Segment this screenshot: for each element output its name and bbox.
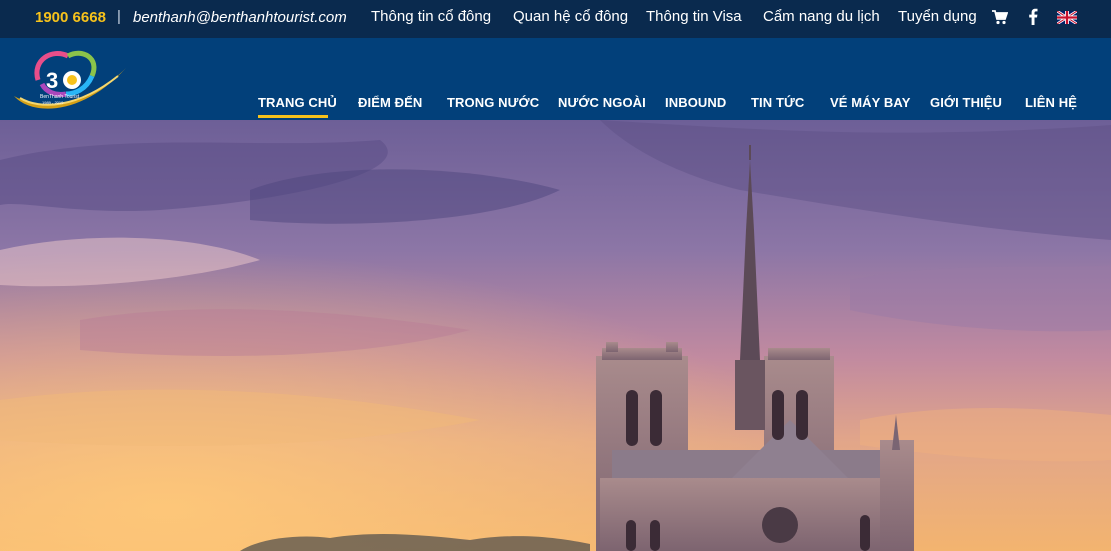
nav-about[interactable]: GIỚI THIỆU: [930, 95, 1002, 110]
nav-contact[interactable]: LIÊN HỆ: [1025, 95, 1077, 110]
nav-domestic[interactable]: TRONG NƯỚC: [447, 95, 539, 110]
email-link[interactable]: benthanh@benthanhtourist.com: [133, 9, 347, 26]
top-bar: 1900 6668 | benthanh@benthanhtourist.com…: [0, 0, 1111, 38]
svg-text:1989 - 2019: 1989 - 2019: [42, 100, 64, 105]
top-link-shareholder-info[interactable]: Thông tin cổ đông: [371, 8, 491, 25]
active-nav-indicator: [258, 115, 328, 118]
svg-text:3: 3: [46, 68, 58, 93]
separator: |: [117, 8, 121, 25]
nav-inbound[interactable]: INBOUND: [665, 95, 726, 110]
top-link-travel-guide[interactable]: Cẩm nang du lịch: [763, 8, 880, 25]
hotline-link[interactable]: 1900 6668: [35, 9, 106, 26]
hero-banner[interactable]: [0, 120, 1111, 551]
top-link-recruitment[interactable]: Tuyển dụng: [898, 8, 977, 25]
nav-international[interactable]: NƯỚC NGOÀI: [558, 95, 646, 110]
top-link-visa-info[interactable]: Thông tin Visa: [646, 8, 742, 25]
nav-home[interactable]: TRANG CHỦ: [258, 95, 337, 110]
brand-logo[interactable]: 3 BenThanh Tourist 1989 - 2019: [12, 46, 130, 114]
hero-image: [0, 120, 1111, 551]
cart-icon[interactable]: [992, 10, 1009, 29]
facebook-icon[interactable]: [1028, 8, 1038, 29]
uk-flag-icon[interactable]: [1056, 9, 1078, 28]
nav-flight-tickets[interactable]: VÉ MÁY BAY: [830, 95, 910, 110]
top-link-shareholder-relations[interactable]: Quan hệ cổ đông: [513, 8, 628, 25]
main-header: 3 BenThanh Tourist 1989 - 2019 TRANG CHỦ…: [0, 38, 1111, 120]
nav-news[interactable]: TIN TỨC: [751, 95, 804, 110]
nav-destinations[interactable]: ĐIỂM ĐẾN: [358, 95, 422, 110]
